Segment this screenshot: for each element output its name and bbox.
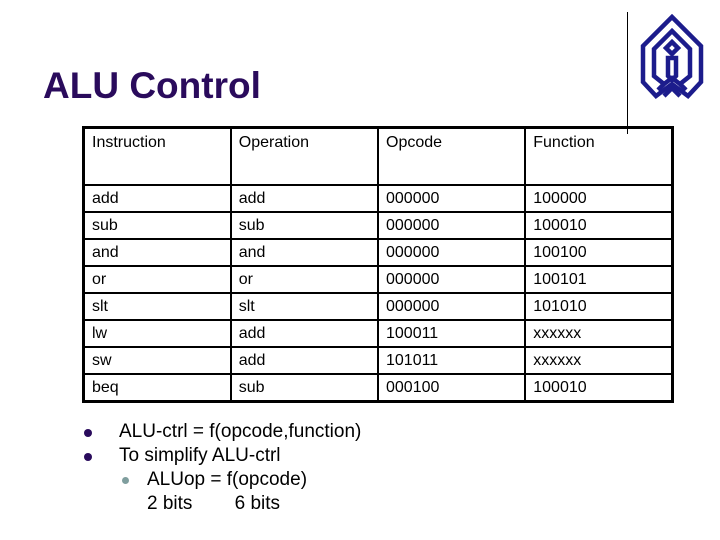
- sub-bullet-text: ALUop = f(opcode): [147, 469, 308, 490]
- sub-bullet-item: ALUop = f(opcode) 2 bits 6 bits: [119, 468, 361, 516]
- cell-opcode: 000000: [376, 211, 527, 240]
- bullet-text: ALU-ctrl = f(opcode,function): [119, 421, 362, 442]
- cell-function: xxxxxx: [524, 319, 674, 348]
- sub-bullet-dot-icon: [122, 477, 129, 484]
- table-row: and and 000000 100100: [82, 238, 674, 267]
- vertical-divider-line: [627, 12, 628, 134]
- cell-instruction: or: [82, 265, 232, 294]
- cell-function: 101010: [524, 292, 674, 321]
- cell-instruction: lw: [82, 319, 232, 348]
- cell-function: 100010: [524, 211, 674, 240]
- cell-instruction: beq: [82, 373, 232, 403]
- header-function: Function: [524, 126, 674, 186]
- cell-opcode: 000000: [376, 238, 527, 267]
- cell-instruction: add: [82, 184, 232, 213]
- header-operation: Operation: [229, 126, 380, 186]
- cell-opcode: 000000: [376, 265, 527, 294]
- cell-opcode: 101011: [376, 346, 527, 375]
- cell-opcode: 000000: [376, 184, 527, 213]
- cell-opcode: 100011: [376, 319, 527, 348]
- bullet-text: To simplify ALU-ctrl: [119, 445, 281, 466]
- cell-operation: sub: [229, 373, 380, 403]
- cell-operation: add: [229, 346, 380, 375]
- cell-instruction: and: [82, 238, 232, 267]
- cell-operation: add: [229, 184, 380, 213]
- sub-bullet-list: ALUop = f(opcode) 2 bits 6 bits: [119, 468, 361, 516]
- cell-operation: or: [229, 265, 380, 294]
- university-emblem-logo-icon: [640, 14, 704, 100]
- bullet-list: ALU-ctrl = f(opcode,function) To simplif…: [82, 420, 361, 516]
- cell-operation: add: [229, 319, 380, 348]
- cell-instruction: slt: [82, 292, 232, 321]
- table-row: slt slt 000000 101010: [82, 292, 674, 321]
- cell-function: xxxxxx: [524, 346, 674, 375]
- bullet-item: To simplify ALU-ctrl ALUop = f(opcode) 2…: [82, 444, 361, 516]
- bullet-dot-icon: [84, 453, 92, 461]
- header-opcode: Opcode: [376, 126, 527, 186]
- cell-opcode: 000100: [376, 373, 527, 403]
- cell-instruction: sub: [82, 211, 232, 240]
- cell-function: 100100: [524, 238, 674, 267]
- table-row: sub sub 000000 100010: [82, 211, 674, 240]
- alu-control-table: Instruction Operation Opcode Function ad…: [82, 126, 674, 403]
- cell-operation: and: [229, 238, 380, 267]
- cell-opcode: 000000: [376, 292, 527, 321]
- bit-width-note: 2 bits 6 bits: [147, 493, 281, 514]
- cell-instruction: sw: [82, 346, 232, 375]
- table-row: add add 000000 100000: [82, 184, 674, 213]
- cell-operation: slt: [229, 292, 380, 321]
- cell-operation: sub: [229, 211, 380, 240]
- header-instruction: Instruction: [82, 126, 232, 186]
- slide-title: ALU Control: [43, 65, 261, 106]
- table-row: beq sub 000100 100010: [82, 373, 674, 403]
- cell-function: 100010: [524, 373, 674, 403]
- table-row: sw add 101011 xxxxxx: [82, 346, 674, 375]
- bullet-dot-icon: [84, 429, 92, 437]
- cell-function: 100101: [524, 265, 674, 294]
- table-header-row: Instruction Operation Opcode Function: [82, 126, 674, 186]
- table-row: or or 000000 100101: [82, 265, 674, 294]
- cell-function: 100000: [524, 184, 674, 213]
- bullet-item: ALU-ctrl = f(opcode,function): [82, 420, 361, 444]
- table-row: lw add 100011 xxxxxx: [82, 319, 674, 348]
